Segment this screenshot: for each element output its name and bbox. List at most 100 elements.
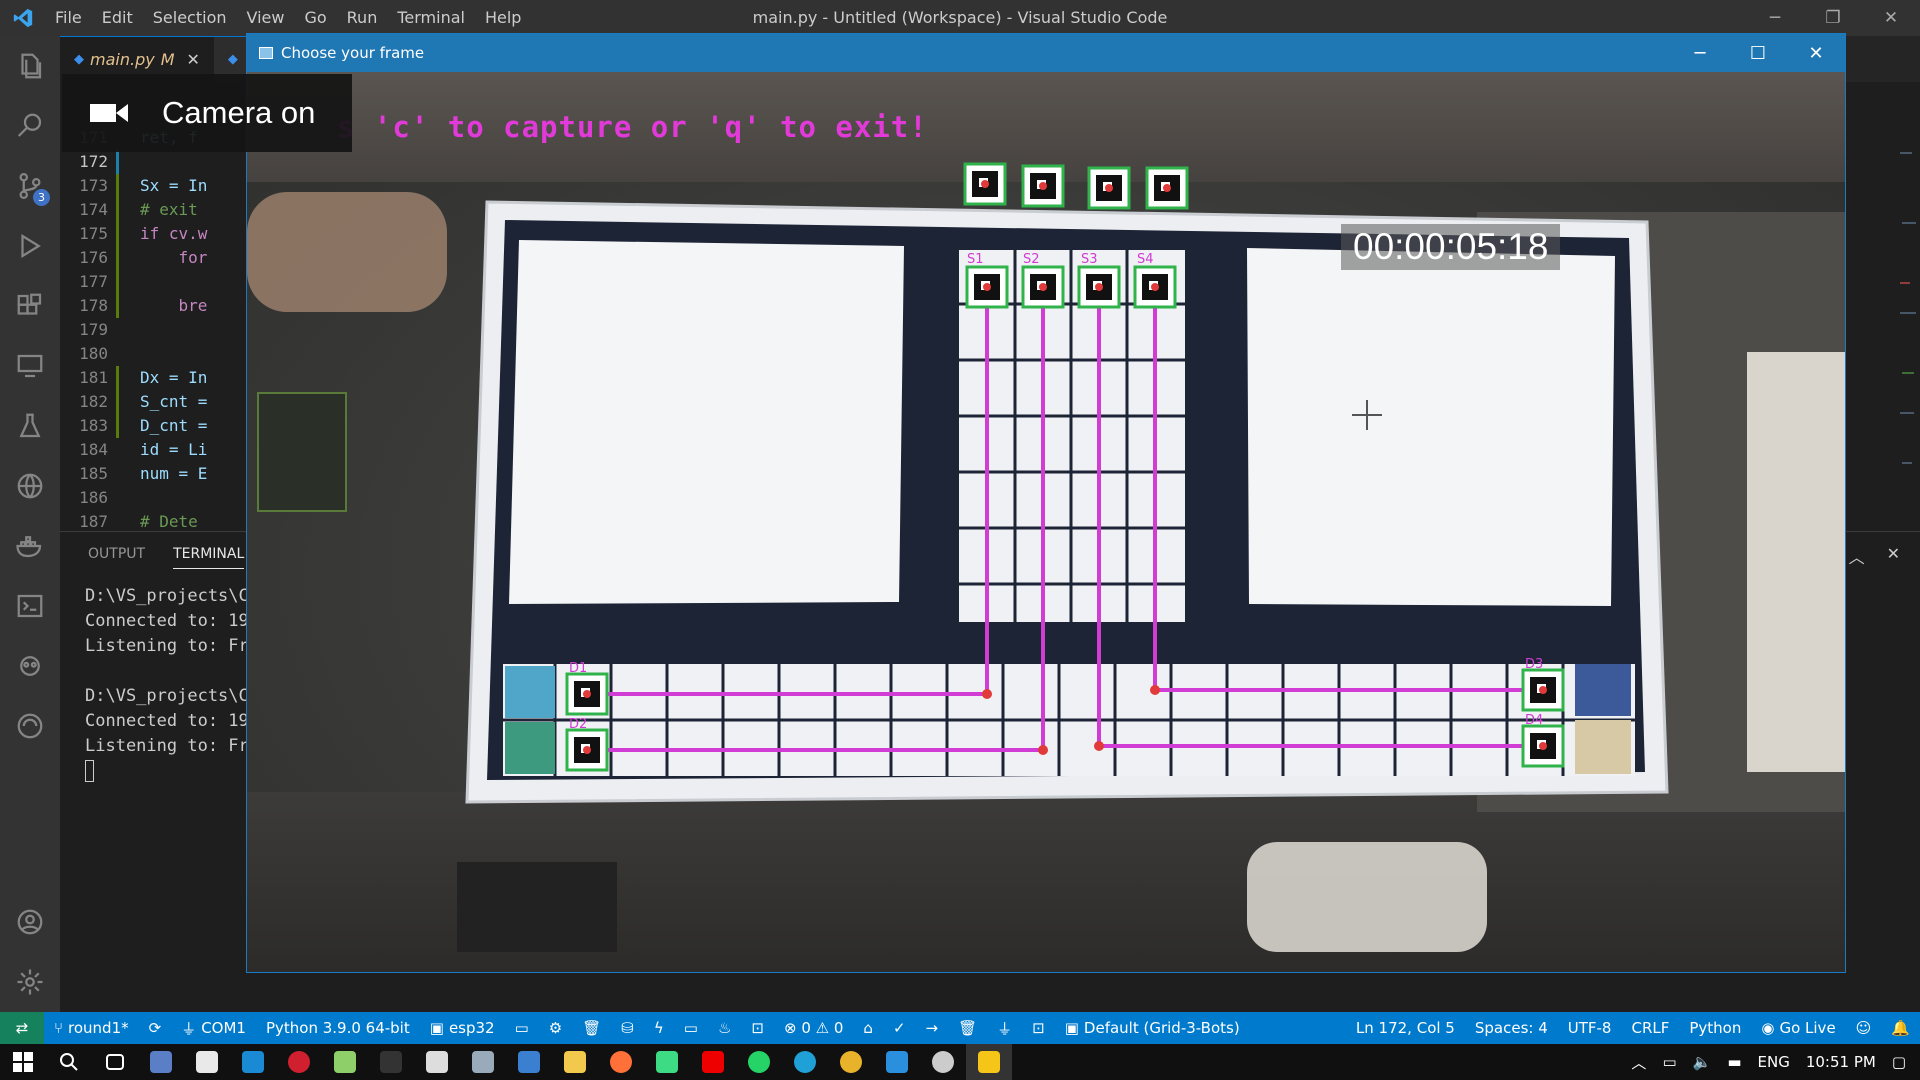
volume-muted-icon[interactable]: 🔈 [1693,1053,1712,1071]
python-interpreter[interactable]: Python 3.9.0 64-bit [256,1019,420,1037]
close-panel-icon[interactable]: ✕ [1887,544,1900,568]
git-branch[interactable]: ⑂ round1* [44,1019,139,1037]
edge-icon[interactable] [782,1044,828,1080]
settings-gear-icon[interactable] [0,952,60,1012]
frame-close-button[interactable]: ✕ [1787,43,1845,64]
frame-maximize-button[interactable]: ☐ [1729,43,1787,64]
task-view-icon[interactable] [92,1044,138,1080]
globe-icon[interactable] [0,456,60,516]
alien-icon[interactable] [0,636,60,696]
restore-button[interactable]: ❐ [1804,0,1862,36]
database-icon[interactable]: ⛁ [611,1019,644,1037]
code-line[interactable]: 173 Sx = In [60,174,260,198]
board-selector[interactable]: ▣ esp32 [420,1019,505,1037]
menu-edit[interactable]: Edit [93,0,142,36]
youtube-icon[interactable] [690,1044,736,1080]
notifications-bell-icon[interactable]: 🔔 [1881,1019,1920,1037]
tab-output[interactable]: OUTPUT [88,546,145,562]
indentation[interactable]: Spaces: 4 [1465,1019,1558,1037]
network-icon[interactable]: ▭ [1662,1053,1676,1071]
code-line[interactable]: 180 [60,342,260,366]
menu-help[interactable]: Help [476,0,530,36]
go-live[interactable]: ◉ Go Live [1751,1019,1845,1037]
python-taskbar-icon[interactable] [966,1044,1012,1080]
search-taskbar-icon[interactable] [46,1044,92,1080]
config-selector[interactable]: ▣ Default (Grid-3-Bots) [1055,1019,1250,1037]
sync-icon[interactable]: ⟳ [139,1019,172,1037]
minimap[interactable] [1840,82,1920,522]
trash-icon-2[interactable]: 🗑 [948,1019,987,1037]
minimize-button[interactable]: ─ [1746,0,1804,36]
flame-icon[interactable]: ♨ [708,1019,741,1037]
tab-terminal[interactable]: TERMINAL [173,546,245,569]
firefox-icon[interactable] [598,1044,644,1080]
menu-selection[interactable]: Selection [144,0,236,36]
testing-icon[interactable] [0,396,60,456]
chrome-icon[interactable] [828,1044,874,1080]
menu-go[interactable]: Go [295,0,335,36]
trash-icon[interactable]: 🗑 [572,1019,611,1037]
home-icon[interactable]: ⌂ [853,1019,883,1037]
code-line[interactable]: 176 for [60,246,260,270]
line-endings[interactable]: CRLF [1621,1019,1679,1037]
search-icon[interactable] [0,96,60,156]
vscode-taskbar-icon[interactable] [874,1044,920,1080]
terminal-small-icon[interactable]: ⊡ [741,1019,774,1037]
account-icon[interactable] [0,892,60,952]
notepad-icon[interactable] [322,1044,368,1080]
code-line[interactable]: 186 [60,486,260,510]
code-line[interactable]: 184 id = Li [60,438,260,462]
code-line[interactable]: 174 # exit [60,198,260,222]
code-line[interactable]: 175 if cv.w [60,222,260,246]
code-line[interactable]: 177 [60,270,260,294]
docker-icon[interactable] [0,516,60,576]
notion-icon[interactable] [368,1044,414,1080]
feedback-icon[interactable]: ☺ [1846,1019,1882,1037]
terminal-icon[interactable] [0,576,60,636]
bird-app-icon[interactable] [506,1044,552,1080]
store-icon[interactable] [184,1044,230,1080]
explorer-icon[interactable] [0,36,60,96]
code-line[interactable]: 178 bre [60,294,260,318]
code-line[interactable]: 172 [60,150,260,174]
code-line[interactable]: 181 Dx = In [60,366,260,390]
extensions-icon[interactable] [0,276,60,336]
code-line[interactable]: 179 [60,318,260,342]
remote-explorer-icon[interactable] [0,336,60,396]
encoding[interactable]: UTF-8 [1558,1019,1622,1037]
calculator-icon[interactable] [138,1044,184,1080]
folder-icon[interactable]: ▭ [505,1019,539,1037]
flash-icon[interactable]: ϟ [644,1019,674,1037]
menu-terminal[interactable]: Terminal [388,0,474,36]
source-control-icon[interactable]: 3 [0,156,60,216]
opera-icon[interactable] [276,1044,322,1080]
language-indicator[interactable]: ENG [1758,1053,1790,1071]
action-center-icon[interactable]: ▢ [1892,1053,1906,1071]
menu-file[interactable]: File [46,0,91,36]
run-debug-icon[interactable] [0,216,60,276]
camera-feed[interactable]: S1 S2 S3 S4 D1 D2 D3 D4 s 'c' to capture or 'q… [247,72,1845,972]
language-mode[interactable]: Python [1679,1019,1751,1037]
tray-chevron-icon[interactable]: ︿ [1631,1052,1646,1073]
plug-icon-2[interactable]: ⏚ [987,1018,1022,1039]
cursor-position[interactable]: Ln 172, Col 5 [1346,1019,1465,1037]
document-icon[interactable] [414,1044,460,1080]
code-line[interactable]: 185 num = E [60,462,260,486]
android-studio-icon[interactable] [644,1044,690,1080]
whatsapp-icon[interactable] [736,1044,782,1080]
podcast-icon[interactable] [0,696,60,756]
battery-icon[interactable]: ▬ [1727,1053,1741,1071]
file-explorer-icon[interactable] [552,1044,598,1080]
close-tab-icon[interactable]: ✕ [187,50,200,69]
problems-counter[interactable]: ⊗ 0 ⚠ 0 [774,1019,853,1037]
check-icon[interactable]: ✓ [883,1019,916,1037]
frame-minimize-button[interactable]: ─ [1671,43,1729,64]
monitor-icon[interactable]: ▭ [674,1019,708,1037]
image-viewer-icon[interactable] [460,1044,506,1080]
settings-icon[interactable]: ⚙ [539,1019,572,1037]
menu-run[interactable]: Run [338,0,387,36]
github-icon[interactable] [920,1044,966,1080]
terminal-small-icon-2[interactable]: ⊡ [1022,1019,1055,1037]
serial-port[interactable]: ⏚ COM1 [171,1018,256,1039]
remote-indicator-icon[interactable]: ⇄ [0,1012,44,1044]
